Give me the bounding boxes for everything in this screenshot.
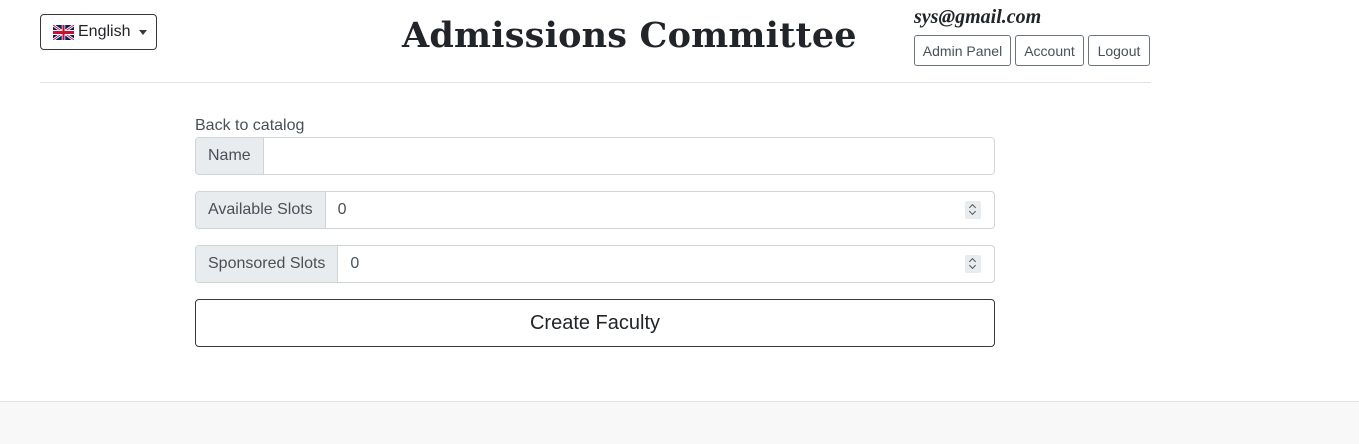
page: English Admissions Committee sys@gmail.c… [0, 0, 1359, 444]
sponsored-slots-input[interactable] [338, 246, 965, 282]
language-dropdown[interactable]: English [40, 14, 157, 50]
name-input[interactable] [263, 138, 994, 174]
available-slots-input-group: Available Slots [195, 191, 995, 229]
name-input-group: Name [195, 137, 995, 175]
user-email: sys@gmail.com [914, 6, 1042, 28]
sponsored-slots-label: Sponsored Slots [196, 246, 339, 282]
name-label: Name [196, 138, 264, 174]
account-button[interactable]: Account [1015, 35, 1084, 66]
footer [0, 401, 1359, 444]
available-slots-label: Available Slots [196, 192, 326, 228]
header-divider [40, 82, 1151, 83]
sponsored-slots-spinner-icon[interactable] [965, 255, 981, 273]
create-faculty-button[interactable]: Create Faculty [195, 299, 995, 347]
logout-button[interactable]: Logout [1088, 35, 1150, 66]
sponsored-slots-input-group: Sponsored Slots [195, 245, 995, 283]
language-label: English [78, 23, 131, 40]
uk-flag-icon [53, 24, 74, 40]
back-to-catalog-link[interactable]: Back to catalog [195, 116, 304, 136]
admin-panel-button[interactable]: Admin Panel [914, 35, 1011, 66]
site-title: Admissions Committee [402, 15, 857, 56]
available-slots-spinner-icon[interactable] [965, 201, 981, 219]
available-slots-input[interactable] [325, 192, 965, 228]
caret-down-icon [139, 29, 148, 35]
